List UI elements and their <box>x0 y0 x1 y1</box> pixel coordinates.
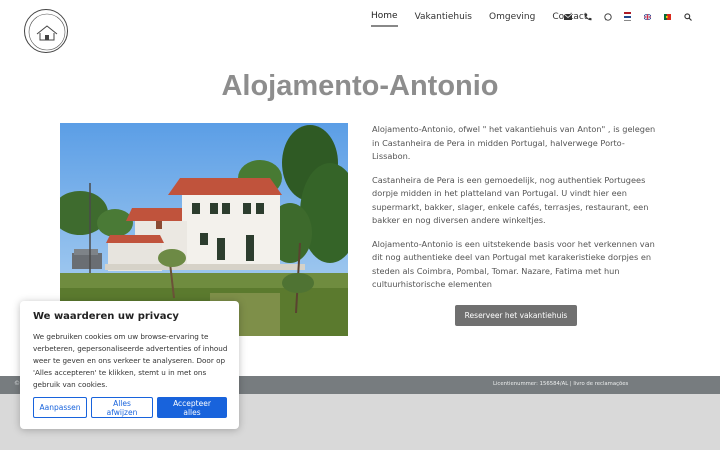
page-title: Alojamento-Antonio <box>221 70 499 102</box>
license-number: Licentienummer: 156584/AL <box>493 381 569 387</box>
intro-paragraph-1: Alojamento-Antonio, ofwel " het vakantie… <box>372 124 656 161</box>
cookie-reject-button[interactable]: Alles afwijzen <box>91 397 153 418</box>
envelope-icon[interactable] <box>564 12 572 21</box>
footer-links: Licentienummer: 156584/AL | livro de rec… <box>493 381 628 387</box>
cookie-text: We gebruiken cookies om uw browse-ervari… <box>33 332 228 389</box>
whatsapp-icon[interactable] <box>604 12 612 21</box>
nav-vakantiehuis[interactable]: Vakantiehuis <box>415 12 472 26</box>
reserve-button[interactable]: Reserveer het vakantiehuis <box>455 305 577 326</box>
nl-flag-icon[interactable] <box>624 12 631 21</box>
nav-icon-bar <box>564 12 704 21</box>
en-flag-icon[interactable] <box>644 13 651 20</box>
nav-home[interactable]: Home <box>371 11 398 27</box>
cookie-title: We waarderen uw privacy <box>33 311 179 322</box>
cookie-accept-button[interactable]: Accepteer alles <box>157 397 227 418</box>
site-logo[interactable] <box>24 9 68 53</box>
pt-flag-icon[interactable] <box>664 13 671 20</box>
intro-paragraph-3: Alojamento-Antonio is een uitstekende ba… <box>372 238 655 290</box>
phone-icon[interactable] <box>584 12 592 21</box>
nav-omgeving[interactable]: Omgeving <box>489 12 535 26</box>
intro-paragraph-2: Castanheira de Pera is een gemoedelijk, … <box>372 174 649 226</box>
search-icon[interactable] <box>684 12 692 21</box>
intro-text: Alojamento-Antonio, ofwel " het vakantie… <box>372 123 662 302</box>
cookie-customize-button[interactable]: Aanpassen <box>33 397 87 418</box>
footer-separator: | <box>569 381 572 387</box>
site-header: Home Vakantiehuis Omgeving Contact <box>0 0 720 64</box>
complaints-link[interactable]: livro de reclamações <box>573 381 628 387</box>
